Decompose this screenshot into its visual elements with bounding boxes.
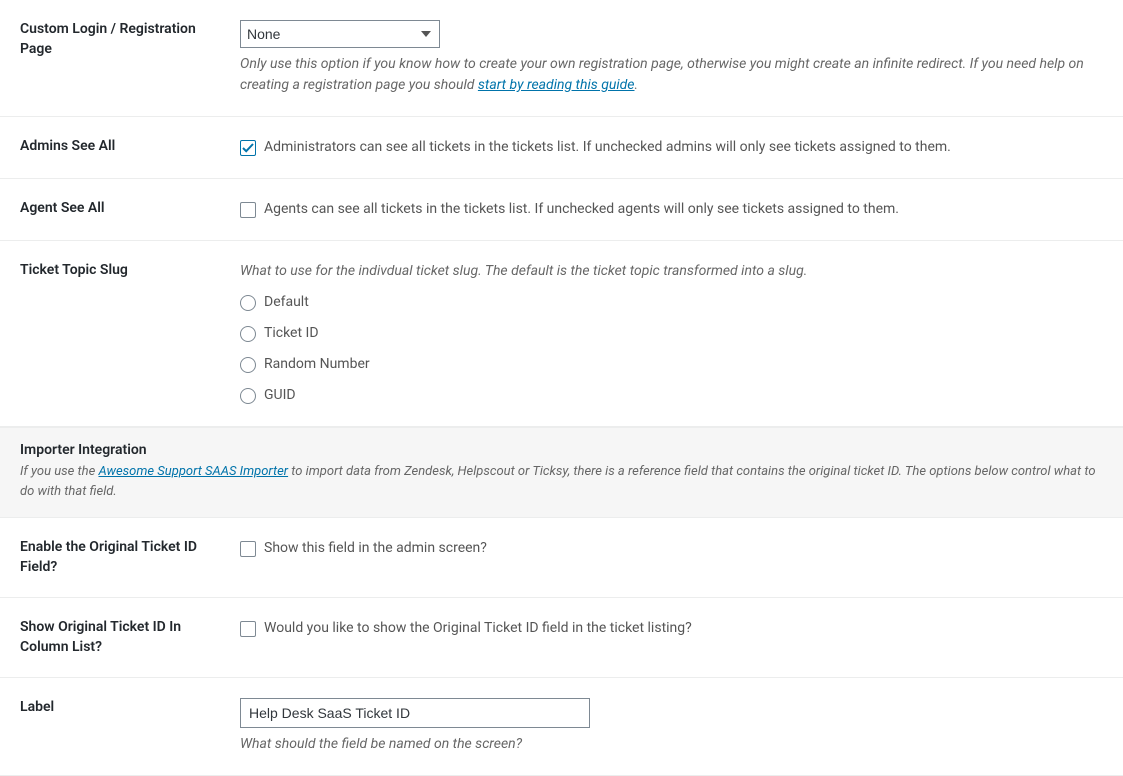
admins-see-all-checkbox[interactable] [240,140,256,156]
ticket-slug-option-guid: GUID [264,385,296,406]
ticket-slug-option-random-number: Random Number [264,354,370,375]
label-admins-see-all: Admins See All [0,117,240,179]
row-enable-original-id: Enable the Original Ticket ID Field? Sho… [0,518,1123,598]
ticket-slug-radio-random-number[interactable] [240,357,256,373]
label-custom-login: Custom Login / Registration Page [0,0,240,117]
row-ticket-topic-slug: Ticket Topic Slug What to use for the in… [0,241,1123,427]
section-desc-importer: If you use the Awesome Support SAAS Impo… [20,462,1103,501]
importer-link[interactable]: Awesome Support SAAS Importer [99,464,289,479]
label-field-input[interactable] [240,698,590,728]
row-label-field: Label What should the field be named on … [0,678,1123,776]
section-title-importer: Importer Integration [20,442,1103,458]
ticket-slug-option-ticket-id: Ticket ID [264,323,319,344]
ticket-slug-radio-default[interactable] [240,295,256,311]
label-show-original-in-col: Show Original Ticket ID In Column List? [0,598,240,678]
show-original-in-col-checkbox[interactable] [240,621,256,637]
label-enable-original-id: Enable the Original Ticket ID Field? [0,518,240,598]
label-agent-see-all: Agent See All [0,179,240,241]
ticket-slug-option-default: Default [264,292,309,313]
row-custom-login: Custom Login / Registration Page None On… [0,0,1123,117]
agent-see-all-text: Agents can see all tickets in the ticket… [264,199,899,220]
row-admins-see-all: Admins See All Administrators can see al… [0,117,1123,179]
settings-form-table: Custom Login / Registration Page None On… [0,0,1123,427]
label-label-field: Label [0,678,240,776]
settings-form-table-importer: Enable the Original Ticket ID Field? Sho… [0,518,1123,776]
ticket-slug-desc: What to use for the indivdual ticket slu… [240,261,1093,282]
label-ticket-topic-slug: Ticket Topic Slug [0,241,240,427]
custom-login-desc: Only use this option if you know how to … [240,54,1093,96]
ticket-slug-radio-guid[interactable] [240,388,256,404]
show-original-in-col-text: Would you like to show the Original Tick… [264,618,692,639]
row-show-original-in-col: Show Original Ticket ID In Column List? … [0,598,1123,678]
custom-login-guide-link[interactable]: start by reading this guide [478,77,635,93]
custom-login-select[interactable]: None [240,20,440,48]
row-agent-see-all: Agent See All Agents can see all tickets… [0,179,1123,241]
enable-original-id-text: Show this field in the admin screen? [264,538,487,559]
agent-see-all-checkbox[interactable] [240,202,256,218]
enable-original-id-checkbox[interactable] [240,541,256,557]
check-icon [242,142,254,154]
ticket-slug-radio-ticket-id[interactable] [240,326,256,342]
admins-see-all-text: Administrators can see all tickets in th… [264,137,951,158]
label-field-desc: What should the field be named on the sc… [240,734,1093,755]
section-importer-integration: Importer Integration If you use the Awes… [0,427,1123,518]
